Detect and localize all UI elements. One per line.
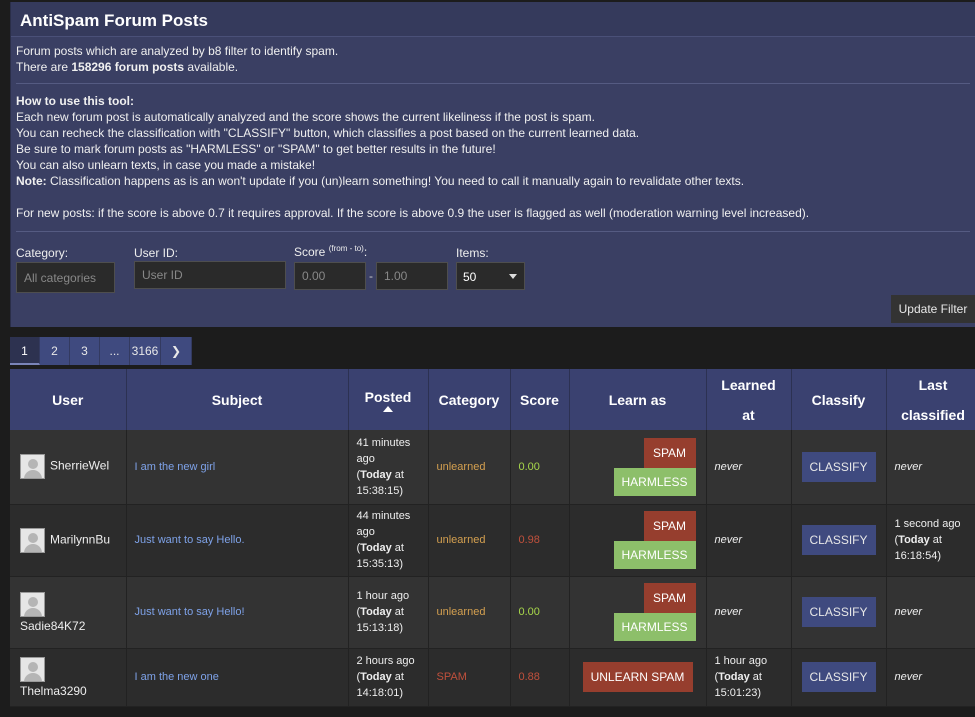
category-label: Category: xyxy=(16,246,69,260)
category-badge: unlearned xyxy=(436,534,486,546)
table-row: SherrieWel I am the new girl 41 minutes … xyxy=(10,430,975,505)
description: Forum posts which are analyzed by b8 fil… xyxy=(16,44,339,58)
note-line: Note: Classification happens as is an wo… xyxy=(16,174,745,188)
col-classify: Classify xyxy=(791,369,887,430)
post-count-text: There are 158296 forum posts available. xyxy=(16,60,239,74)
avatar xyxy=(20,591,45,617)
posted-cell: 2 hours ago (Today at 14:18:01) xyxy=(348,648,429,707)
subject-link[interactable]: Just want to say Hello! xyxy=(135,606,245,618)
table-row: Thelma3290 I am the new one 2 hours ago(… xyxy=(10,648,975,707)
posts-table: User Subject Posted Category Score Learn… xyxy=(10,369,975,707)
page-1[interactable]: 1 xyxy=(10,337,40,365)
posted-cell: 1 hour ago (Today at 15:13:18) xyxy=(348,576,429,649)
category-badge: unlearned xyxy=(436,460,486,473)
page-title: AntiSpam Forum Posts xyxy=(11,2,975,37)
subject-link[interactable]: I am the new one xyxy=(135,671,219,683)
posted-cell: 44 minutes ago (Today at 15:35:13) xyxy=(348,504,429,577)
subject-link[interactable]: I am the new girl xyxy=(135,461,216,473)
category-select[interactable]: All categories xyxy=(16,262,115,293)
items-value: 50 xyxy=(463,270,477,284)
last-classified: never xyxy=(894,460,923,473)
user-cell[interactable]: MarilynnBu xyxy=(10,504,127,577)
username[interactable]: SherrieWel xyxy=(50,459,109,473)
learned-at: never xyxy=(714,534,743,546)
next-page-icon[interactable]: ❯ xyxy=(161,337,192,365)
learn-spam-button[interactable]: SPAM xyxy=(643,511,696,541)
avatar xyxy=(20,454,45,480)
info-text: Forum posts which are analyzed by b8 fil… xyxy=(11,37,975,232)
user-cell[interactable]: Thelma3290 xyxy=(10,648,127,707)
score-value: 0.00 xyxy=(518,460,540,473)
howto-line: Each new forum post is automatically ana… xyxy=(16,110,595,124)
learn-harmless-button[interactable]: HARMLESS xyxy=(613,541,696,569)
score-to-input[interactable]: 1.00 xyxy=(376,262,448,290)
divider xyxy=(16,231,970,232)
score-from-input[interactable]: 0.00 xyxy=(294,262,366,290)
avatar xyxy=(20,656,45,682)
page-last[interactable]: 3166 xyxy=(130,337,161,365)
table-row: Sadie84K72 Just want to say Hello! 1 hou… xyxy=(10,576,975,649)
user-cell[interactable]: Sadie84K72 xyxy=(10,576,127,649)
username[interactable]: Sadie84K72 xyxy=(20,619,85,633)
learned-at: never xyxy=(714,460,743,473)
table-row: MarilynnBu Just want to say Hello. 44 mi… xyxy=(10,504,975,577)
score-value: 0.88 xyxy=(518,671,540,683)
col-posted[interactable]: Posted xyxy=(348,369,429,430)
userid-input[interactable]: User ID xyxy=(134,261,286,289)
avatar xyxy=(20,527,45,553)
learn-spam-button[interactable]: SPAM xyxy=(643,583,696,613)
learn-spam-button[interactable]: SPAM xyxy=(643,437,696,468)
score-value: 0.98 xyxy=(518,534,540,546)
username[interactable]: MarilynnBu xyxy=(50,532,110,546)
divider xyxy=(16,83,970,84)
last-classified: 1 second ago (Today at 16:18:54) xyxy=(886,504,975,577)
antispam-panel: AntiSpam Forum Posts Forum posts which a… xyxy=(10,2,975,327)
howto-title: How to use this tool: xyxy=(16,94,134,108)
howto-line: Be sure to mark forum posts as "HARMLESS… xyxy=(16,142,496,156)
learned-at: 1 hour ago (Today at 15:01:23) xyxy=(706,648,792,707)
posted-cell: 41 minutes ago (Today at 15:38:15) xyxy=(348,430,429,505)
classify-button[interactable]: CLASSIFY xyxy=(801,597,876,627)
category-badge: SPAM xyxy=(436,671,467,683)
col-last-classified[interactable]: Last classified xyxy=(886,369,975,430)
pagination: 1 2 3 ... 3166 ❯ xyxy=(10,337,192,365)
col-learn-as: Learn as xyxy=(569,369,707,430)
post-count-value: 158296 forum posts xyxy=(71,60,185,74)
chevron-down-icon xyxy=(509,274,517,279)
howto-line: You can also unlearn texts, in case you … xyxy=(16,158,316,172)
score-label: Score (from - to): xyxy=(294,244,368,259)
col-subject[interactable]: Subject xyxy=(126,369,349,430)
userid-label: User ID: xyxy=(134,246,179,260)
category-badge: unlearned xyxy=(436,606,486,618)
classify-button[interactable]: CLASSIFY xyxy=(801,525,876,555)
score-value: 0.00 xyxy=(518,606,540,618)
page-2[interactable]: 2 xyxy=(40,337,70,365)
howto-line: You can recheck the classification with … xyxy=(16,126,640,140)
score-dash: - xyxy=(369,269,373,283)
last-classified: never xyxy=(894,606,923,618)
learn-harmless-button[interactable]: HARMLESS xyxy=(613,613,696,641)
items-select[interactable]: 50 xyxy=(456,262,525,290)
learn-harmless-button[interactable]: HARMLESS xyxy=(613,467,696,496)
learned-at: never xyxy=(714,606,743,618)
threshold-text: For new posts: if the score is above 0.7… xyxy=(16,206,810,220)
col-learned-at[interactable]: Learned at xyxy=(706,369,792,430)
classify-button[interactable]: CLASSIFY xyxy=(801,451,876,482)
col-category[interactable]: Category xyxy=(428,369,511,430)
sort-asc-icon xyxy=(383,405,393,412)
col-score[interactable]: Score xyxy=(510,369,570,430)
page-3[interactable]: 3 xyxy=(70,337,100,365)
items-label: Items: xyxy=(456,246,489,260)
update-filter-button[interactable]: Update Filter xyxy=(891,295,975,323)
page-ellipsis[interactable]: ... xyxy=(100,337,130,365)
classify-button[interactable]: CLASSIFY xyxy=(801,662,876,692)
unlearn-spam-button[interactable]: UNLEARN SPAM xyxy=(582,662,693,692)
subject-link[interactable]: Just want to say Hello. xyxy=(135,534,245,546)
username[interactable]: Thelma3290 xyxy=(20,684,87,698)
col-user[interactable]: User xyxy=(10,369,127,430)
last-classified: never xyxy=(894,671,923,683)
user-cell[interactable]: SherrieWel xyxy=(10,430,127,505)
